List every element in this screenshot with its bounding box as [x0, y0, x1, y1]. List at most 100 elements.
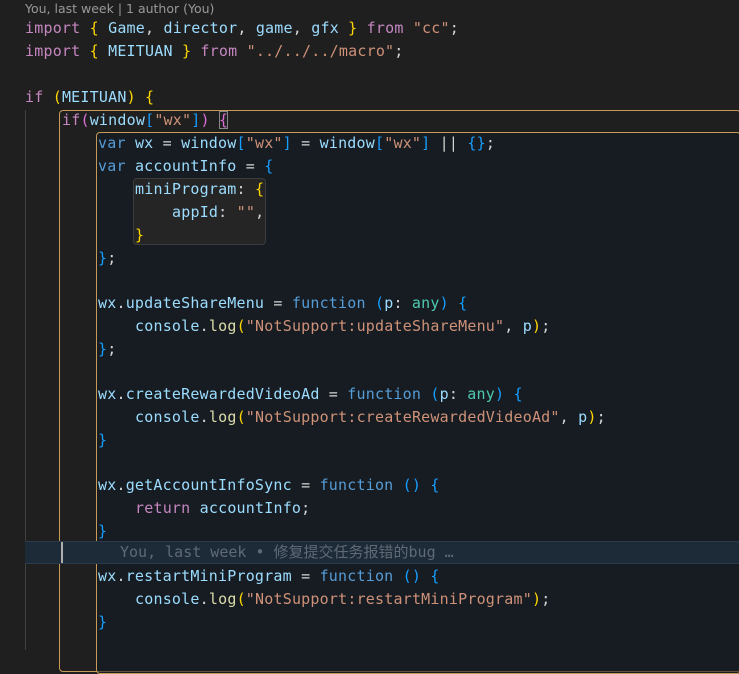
token: { — [80, 42, 109, 60]
token: ) — [126, 88, 146, 106]
token: MEITUAN — [108, 42, 173, 60]
token: : — [218, 203, 237, 221]
token: if — [62, 111, 81, 129]
code-line-2[interactable]: import { MEITUAN } from "../../../macro"… — [25, 40, 404, 63]
code-line-25[interactable]: wx.restartMiniProgram = function () { — [98, 565, 440, 588]
code-line-1[interactable]: import { Game, director, game, gfx } fro… — [25, 17, 459, 40]
codelens-author-info[interactable]: You, last week | 1 author (You) — [25, 0, 214, 18]
token: , — [145, 19, 164, 37]
token: { — [255, 180, 265, 198]
token: ( — [80, 111, 90, 129]
token: "wx" — [384, 134, 422, 152]
token: . — [199, 408, 209, 426]
token: appId — [172, 203, 219, 221]
token: } — [172, 42, 201, 60]
token: = — [291, 476, 320, 494]
code-line-8[interactable]: miniProgram: { — [135, 178, 264, 201]
code-line-9[interactable]: appId: "", — [172, 201, 264, 224]
token: if — [25, 88, 44, 106]
token: . — [116, 567, 126, 585]
token: , — [292, 19, 312, 37]
code-line-5[interactable]: if(window["wx"]) { — [62, 109, 229, 132]
token: . — [116, 294, 126, 312]
token: . — [116, 385, 126, 403]
token: updateShareMenu — [125, 294, 265, 312]
code-line-26[interactable]: console.log("NotSupport:restartMiniProgr… — [135, 588, 550, 611]
code-line-19[interactable]: } — [98, 429, 107, 452]
token: function — [319, 476, 394, 494]
token: } — [98, 249, 108, 267]
token: "NotSupport:restartMiniProgram" — [245, 590, 532, 608]
code-line-17[interactable]: wx.createRewardedVideoAd = function (p: … — [98, 383, 523, 406]
code-line-15[interactable]: }; — [98, 338, 116, 361]
token: = — [319, 385, 348, 403]
token: ( — [374, 294, 385, 312]
code-line-7[interactable]: var accountInfo = { — [98, 155, 273, 178]
token: ; — [301, 499, 311, 517]
token: ; — [485, 134, 496, 152]
code-line-14[interactable]: console.log("NotSupport:updateShareMenu"… — [135, 315, 550, 338]
token: return — [135, 499, 191, 517]
token: ( — [43, 88, 62, 106]
token: from — [366, 19, 404, 37]
token: console — [135, 408, 200, 426]
token: restartMiniProgram — [125, 567, 292, 585]
token: } — [98, 613, 108, 631]
code-line-10[interactable]: } — [135, 224, 144, 247]
token: [ — [375, 134, 385, 152]
token: { — [430, 476, 440, 494]
token: ; — [107, 340, 117, 358]
code-line-27[interactable]: } — [98, 611, 107, 634]
token: ; — [449, 19, 459, 37]
token: var — [98, 157, 126, 175]
token: log — [208, 317, 237, 335]
token: wx — [98, 567, 117, 585]
token: {} — [467, 134, 486, 152]
token: = — [291, 134, 320, 152]
token: } — [98, 522, 108, 540]
code-line-13[interactable]: wx.updateShareMenu = function (p: any) { — [98, 292, 467, 315]
token: miniProgram — [135, 180, 237, 198]
token: ( — [236, 408, 246, 426]
token: Game — [108, 19, 146, 37]
token: from — [200, 42, 238, 60]
token: : — [448, 385, 468, 403]
code-line-11[interactable]: }; — [98, 247, 116, 270]
code-line-21[interactable]: wx.getAccountInfoSync = function () { — [98, 474, 440, 497]
token: window — [89, 111, 146, 129]
token: MEITUAN — [61, 88, 127, 106]
token: var — [98, 134, 126, 152]
token: console — [135, 590, 200, 608]
token: { — [145, 88, 155, 106]
token: any — [467, 385, 495, 403]
code-line-22[interactable]: return accountInfo; — [135, 497, 310, 520]
token: function — [347, 385, 422, 403]
token: } — [338, 19, 367, 37]
token: "wx" — [154, 111, 192, 129]
token: import — [25, 19, 81, 37]
token: || — [430, 134, 468, 152]
code-line-4[interactable]: if (MEITUAN) { — [25, 86, 154, 109]
token: accountInfo — [199, 499, 302, 517]
code-line-6[interactable]: var wx = window["wx"] = window["wx"] || … — [98, 132, 495, 155]
code-line-18[interactable]: console.log("NotSupport:createRewardedVi… — [135, 406, 606, 429]
token: ) — [200, 111, 219, 129]
token: "wx" — [245, 134, 283, 152]
git-blame-annotation[interactable]: You, last week • 修复提交任务报错的bug … — [120, 541, 454, 564]
token: } — [98, 340, 108, 358]
code-line-23[interactable]: } — [98, 520, 107, 543]
token: p — [439, 385, 449, 403]
token: director — [163, 19, 238, 37]
token: window — [319, 134, 375, 152]
token: wx — [98, 294, 117, 312]
